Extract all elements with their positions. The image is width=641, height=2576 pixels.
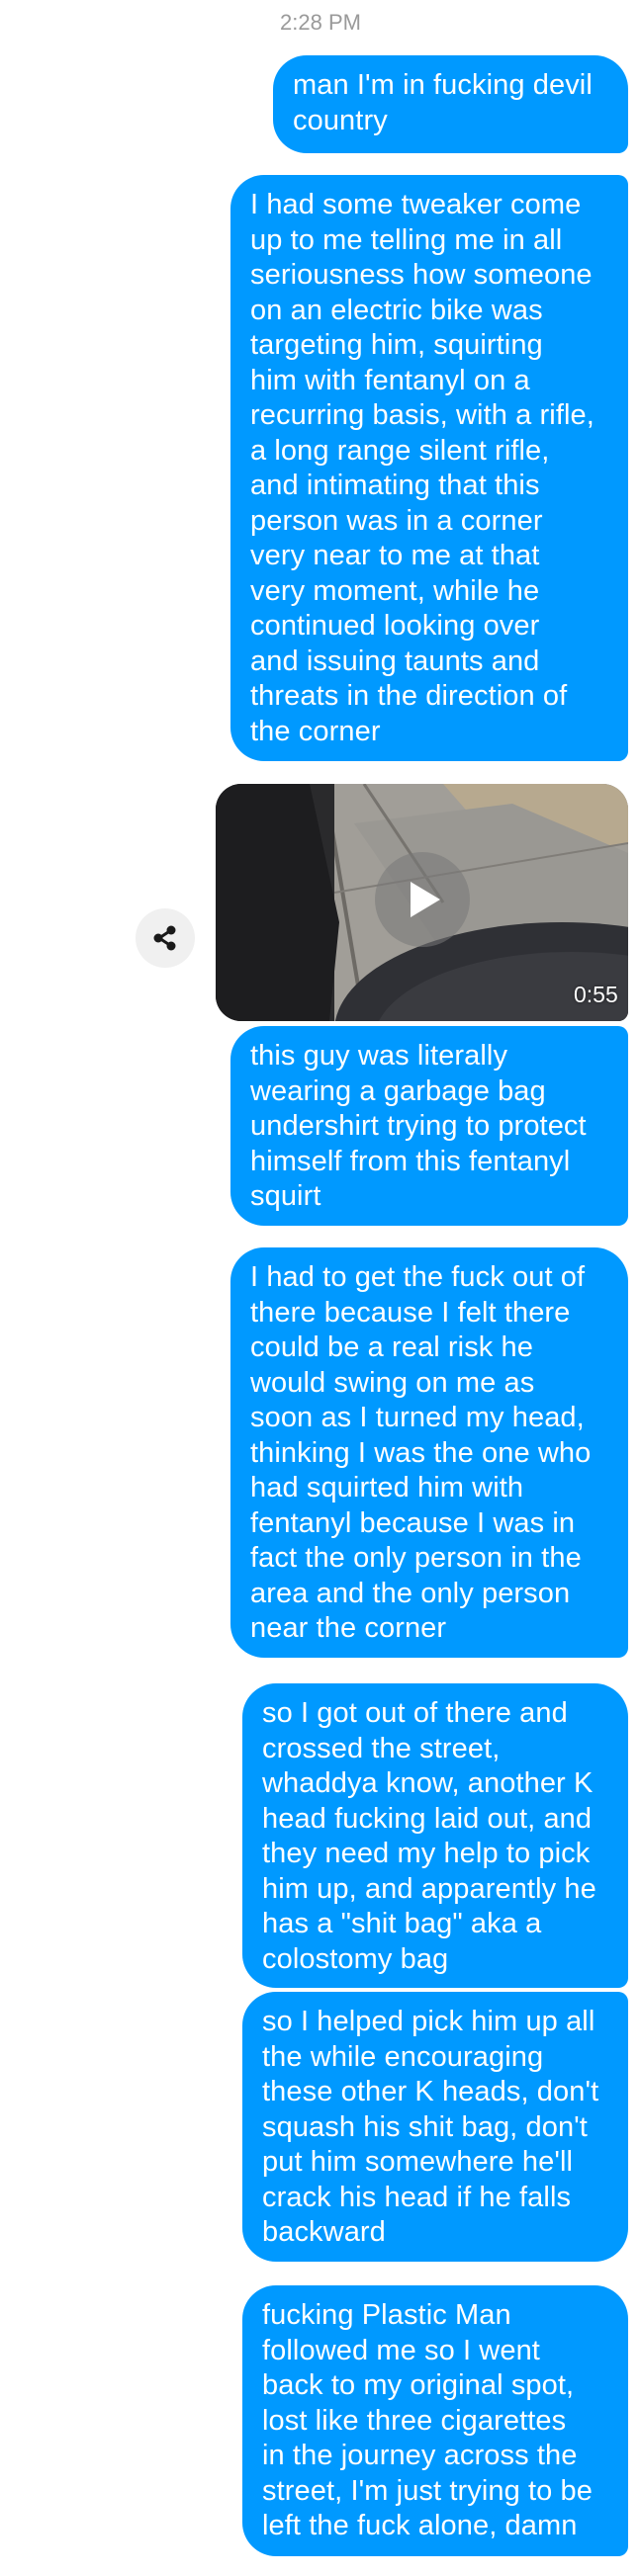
message-bubble-1[interactable]: man I'm in fucking devil country [273, 55, 628, 153]
message-bubble-3[interactable]: this guy was literally wearing a garbage… [230, 1026, 628, 1226]
message-bubble-4[interactable]: I had to get the fuck out of there becau… [230, 1247, 628, 1658]
message-bubble-5[interactable]: so I got out of there and crossed the st… [242, 1683, 628, 1988]
share-button[interactable] [136, 908, 195, 968]
share-icon [153, 925, 176, 951]
message-bubble-6[interactable]: so I helped pick him up all the while en… [242, 1992, 628, 2262]
play-button[interactable] [375, 852, 470, 947]
message-bubble-7[interactable]: fucking Plastic Man followed me so I wen… [242, 2285, 628, 2556]
video-duration: 0:55 [574, 982, 618, 1007]
message-bubble-2[interactable]: I had some tweaker come up to me telling… [230, 175, 628, 761]
timestamp: 2:28 PM [280, 10, 361, 35]
play-icon [411, 882, 440, 917]
